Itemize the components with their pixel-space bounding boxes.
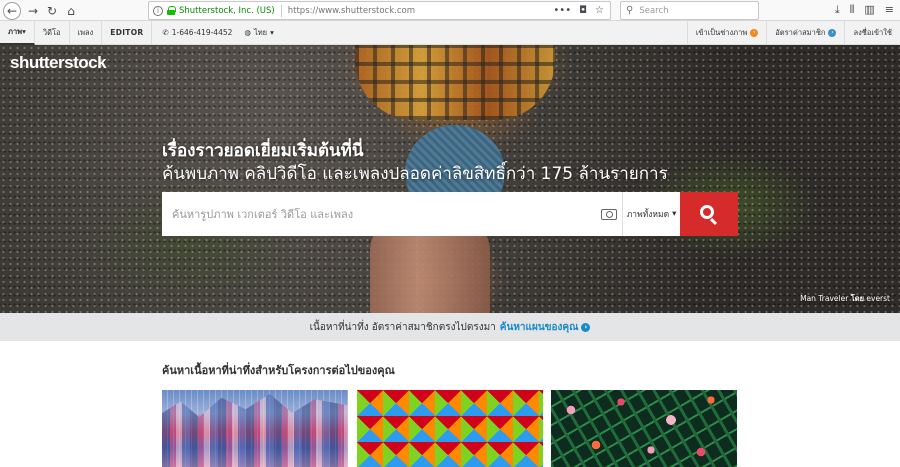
contributor-label: เข้าเป็นช่างภาพ <box>695 27 748 37</box>
pocket-icon[interactable]: ◘ <box>579 5 587 16</box>
arrow-left-icon: ← <box>6 4 18 18</box>
shutterstock-logo[interactable]: shutterstock <box>10 53 107 73</box>
search-icon: ⚲ <box>626 5 634 16</box>
nav-images[interactable]: ภาพ ▾ <box>0 20 35 45</box>
nav-music-label: เพลง <box>77 27 94 37</box>
collection-tile-floral[interactable] <box>551 390 737 467</box>
language-label: ไทย <box>253 27 268 37</box>
globe-icon: ◍ <box>244 28 251 37</box>
media-type-label: ภาพทั้งหมด <box>626 210 670 220</box>
home-icon: ⌂ <box>67 4 75 18</box>
site-identity[interactable]: Shutterstock, Inc. (US) <box>179 6 275 16</box>
address-bar[interactable]: i Shutterstock, Inc. (US) https://www.sh… <box>148 1 611 20</box>
nav-editor-label: EDITOR <box>110 28 144 37</box>
pricing-label: อัตราค่าสมาชิก <box>775 27 826 37</box>
find-plan-link[interactable]: ค้นหาแผนของคุณ › <box>500 320 591 335</box>
chevron-down-icon: ▾ <box>270 28 274 37</box>
browser-search-placeholder: Search <box>639 5 669 16</box>
image-credit[interactable]: Man Traveler โดย everst <box>800 293 890 305</box>
hero-search-placeholder: ค้นหารูปภาพ เวกเตอร์ วิดีโอ และเพลง <box>172 208 354 221</box>
back-button[interactable]: ← <box>3 2 21 20</box>
reload-icon: ↻ <box>46 4 58 18</box>
phone-text: 1-646-419-4452 <box>171 28 233 37</box>
hero-search-input[interactable]: ค้นหารูปภาพ เวกเตอร์ วิดีโอ และเพลง <box>162 192 596 236</box>
credit-by: โดย <box>850 294 864 303</box>
sidebar-icon[interactable]: ▥ <box>864 3 874 17</box>
star-icon[interactable]: ☆ <box>595 5 604 16</box>
media-type-select[interactable]: ภาพทั้งหมด ▾ <box>622 192 681 236</box>
arrow-right-icon: → <box>27 4 39 18</box>
download-icon[interactable]: ⤓ <box>835 3 840 17</box>
login-label: ลงชื่อเข้าใช้ <box>853 27 892 37</box>
pricing-link[interactable]: อัตราค่าสมาชิก › <box>766 20 844 45</box>
credit-author: everst <box>866 294 890 303</box>
caret-down-icon: ▾ <box>672 209 677 219</box>
reload-button[interactable]: ↻ <box>43 2 61 20</box>
info-icon[interactable]: i <box>153 5 163 16</box>
camera-icon <box>600 208 617 220</box>
phone-number[interactable]: ✆ 1-646-419-4452 <box>162 28 232 37</box>
collection-tile-geometric[interactable] <box>357 390 543 467</box>
home-button[interactable]: ⌂ <box>62 2 80 20</box>
nav-images-label: ภาพ <box>8 26 23 36</box>
browser-search-input[interactable]: ⚲ Search <box>620 1 759 20</box>
browser-toolbar: ← → ↻ ⌂ i Shutterstock, Inc. (US) https:… <box>0 0 900 21</box>
divider <box>280 4 282 17</box>
lock-icon <box>167 6 176 15</box>
login-link[interactable]: ลงชื่อเข้าใช้ <box>844 20 900 45</box>
chevron-down-icon: ▾ <box>22 27 26 36</box>
section-title: ค้นหาเนื้อหาที่น่าทึ่งสำหรับโครงการต่อไป… <box>162 364 395 377</box>
collection-tile-city[interactable] <box>162 390 348 467</box>
menu-icon[interactable]: ≡ <box>885 3 894 17</box>
contributor-link[interactable]: เข้าเป็นช่างภาพ › <box>686 20 766 45</box>
ellipsis-icon[interactable]: ••• <box>553 5 571 16</box>
phone-icon: ✆ <box>162 28 169 37</box>
search-icon <box>700 205 715 219</box>
forward-button[interactable]: → <box>24 2 42 20</box>
nav-music[interactable]: เพลง <box>70 20 103 45</box>
nav-videos-label: วิดีโอ <box>42 27 61 37</box>
chevron-right-icon: › <box>828 28 837 37</box>
chevron-right-icon: › <box>581 322 591 332</box>
hero-figure-shirt <box>355 45 555 120</box>
find-plan-label: ค้นหาแผนของคุณ <box>499 321 579 333</box>
hero-search: ค้นหารูปภาพ เวกเตอร์ วิดีโอ และเพลง ภาพท… <box>162 192 739 236</box>
credit-title: Man Traveler <box>800 294 849 303</box>
promo-strip: เนื้อหาที่น่าทึ่ง อัตราค่าสมาชิกตรงไปตรง… <box>0 313 900 341</box>
hero-subline: ค้นพบภาพ คลิปวิดีโอ และเพลงปลอดค่าลิขสิท… <box>162 164 668 184</box>
nav-editor[interactable]: EDITOR <box>102 20 153 45</box>
chevron-right-icon: › <box>750 28 759 37</box>
reverse-image-search-button[interactable] <box>595 192 623 236</box>
nav-videos[interactable]: วิดีโอ <box>35 20 70 45</box>
search-button[interactable] <box>680 192 739 236</box>
language-selector[interactable]: ◍ ไทย ▾ <box>244 27 273 39</box>
url-text[interactable]: https://www.shutterstock.com <box>288 6 415 16</box>
promo-text: เนื้อหาที่น่าทึ่ง อัตราค่าสมาชิกตรงไปตรง… <box>309 321 496 333</box>
hero-banner: shutterstock เรื่องราวยอดเยี่ยมเริ่มต้นท… <box>0 45 900 313</box>
site-nav: ภาพ ▾ วิดีโอ เพลง EDITOR ✆ 1-646-419-4452… <box>0 20 900 45</box>
library-icon[interactable]: ⫴ <box>850 3 855 17</box>
